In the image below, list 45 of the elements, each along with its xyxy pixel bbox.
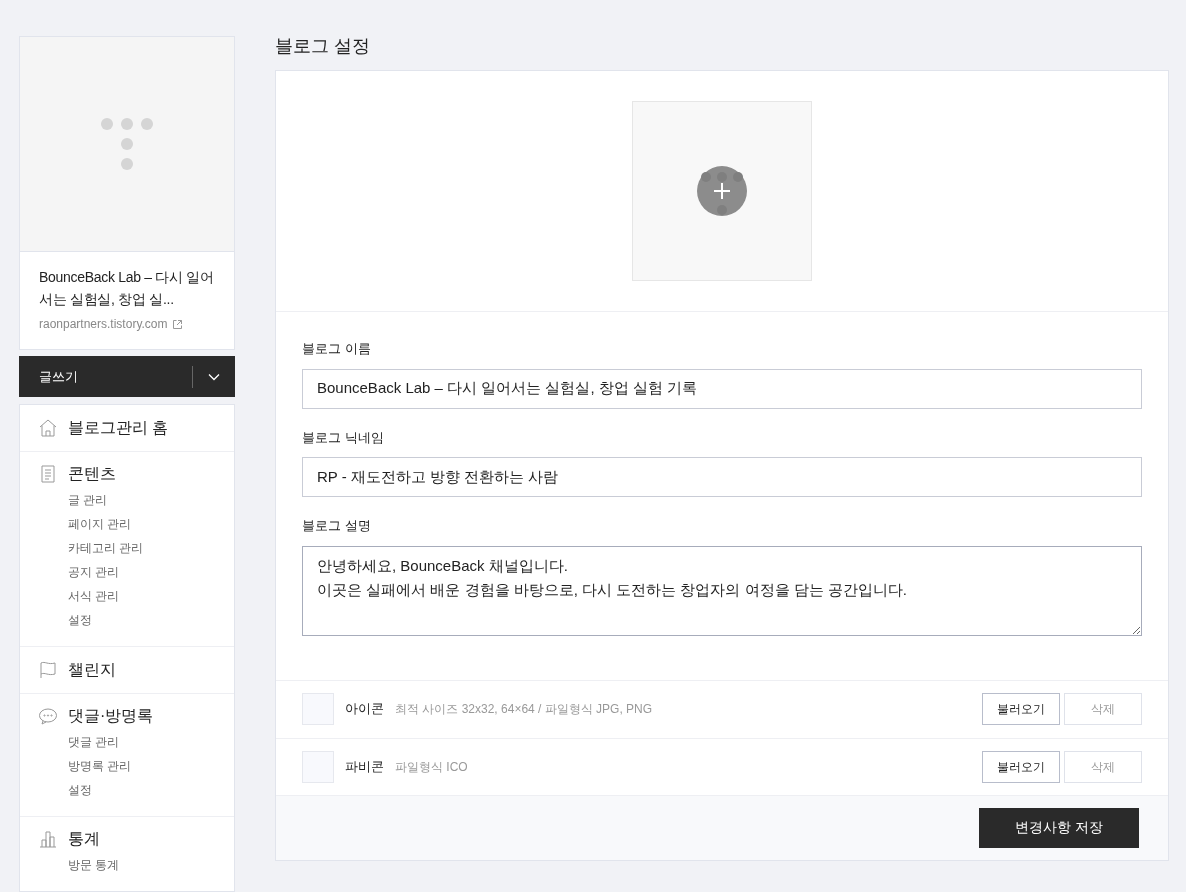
field-label: 블로그 설명 xyxy=(302,517,372,535)
menu-item-link[interactable]: 댓글 관리 xyxy=(68,730,120,754)
chevron-down-icon[interactable] xyxy=(208,372,220,381)
menu-item-link[interactable]: 방문 통계 xyxy=(68,853,120,877)
external-link-icon[interactable] xyxy=(171,318,183,330)
upload-hint: 파일형식 ICO xyxy=(395,758,469,776)
upload-label: 파비콘 xyxy=(345,757,384,776)
upload-label: 아이콘 xyxy=(345,700,384,719)
logo-icon xyxy=(99,116,155,172)
menu-item-link[interactable]: 페이지 관리 xyxy=(68,512,132,536)
add-image-icon[interactable] xyxy=(697,166,747,216)
save-button[interactable]: 변경사항 저장 xyxy=(979,807,1139,848)
write-label: 글쓰기 xyxy=(38,367,79,386)
menu-section-link[interactable]: 통계 xyxy=(68,827,100,851)
menu-item-link[interactable]: 설정 xyxy=(68,778,92,802)
menu-item-link[interactable]: 글 관리 xyxy=(68,488,108,512)
bar-chart-icon xyxy=(38,829,58,849)
flag-icon xyxy=(38,660,58,680)
menu-item-link[interactable]: 설정 xyxy=(68,608,92,632)
speech-bubble-icon xyxy=(38,706,58,726)
blog-title: BounceBack Lab – 다시 일어서는 실험실, 창업 실... xyxy=(39,268,215,309)
document-icon xyxy=(38,464,58,484)
menu-item-link[interactable]: 카테고리 관리 xyxy=(68,536,144,560)
image-upload-area[interactable] xyxy=(632,101,812,281)
menu-section-link[interactable]: 챌린지 xyxy=(68,658,116,682)
image-thumbnail xyxy=(302,750,334,783)
load-button[interactable]: 불러오기 xyxy=(982,750,1060,783)
text-input-field[interactable]: BounceBack Lab – 다시 일어서는 실험실, 창업 실험 기록 xyxy=(302,368,1142,409)
menu-item-link[interactable]: 방명록 관리 xyxy=(68,754,132,778)
page-title: 블로그 설정 xyxy=(275,36,371,56)
load-button[interactable]: 불러오기 xyxy=(982,693,1060,725)
field-label: 블로그 이름 xyxy=(302,340,372,358)
menu-section-link[interactable]: 댓글·방명록 xyxy=(68,704,154,728)
upload-hint: 최적 사이즈 32x32, 64×64 / 파일형식 JPG, PNG xyxy=(395,701,654,718)
text-input-field[interactable]: RP - 재도전하고 방향 전환하는 사람 xyxy=(302,457,1142,497)
menu-section-link[interactable]: 콘텐츠 xyxy=(68,462,116,486)
menu-item-link[interactable]: 서식 관리 xyxy=(68,584,120,608)
image-thumbnail xyxy=(302,693,334,725)
write-button[interactable]: 글쓰기 xyxy=(19,356,235,397)
menu-item-link[interactable]: 공지 관리 xyxy=(68,560,120,584)
description-textarea[interactable]: 안녕하세요, BounceBack 채널입니다. 이곳은 실패에서 배운 경험을 바탕으로, 다시 도전하는 창업자의 여정을 담는 공간입니다. xyxy=(302,545,1142,636)
menu-section-link[interactable]: 블로그관리 홈 xyxy=(68,416,169,440)
blog-url-link[interactable]: raonpartners.tistory.com xyxy=(39,315,168,333)
home-icon xyxy=(38,418,58,438)
field-label: 블로그 닉네임 xyxy=(302,428,385,447)
